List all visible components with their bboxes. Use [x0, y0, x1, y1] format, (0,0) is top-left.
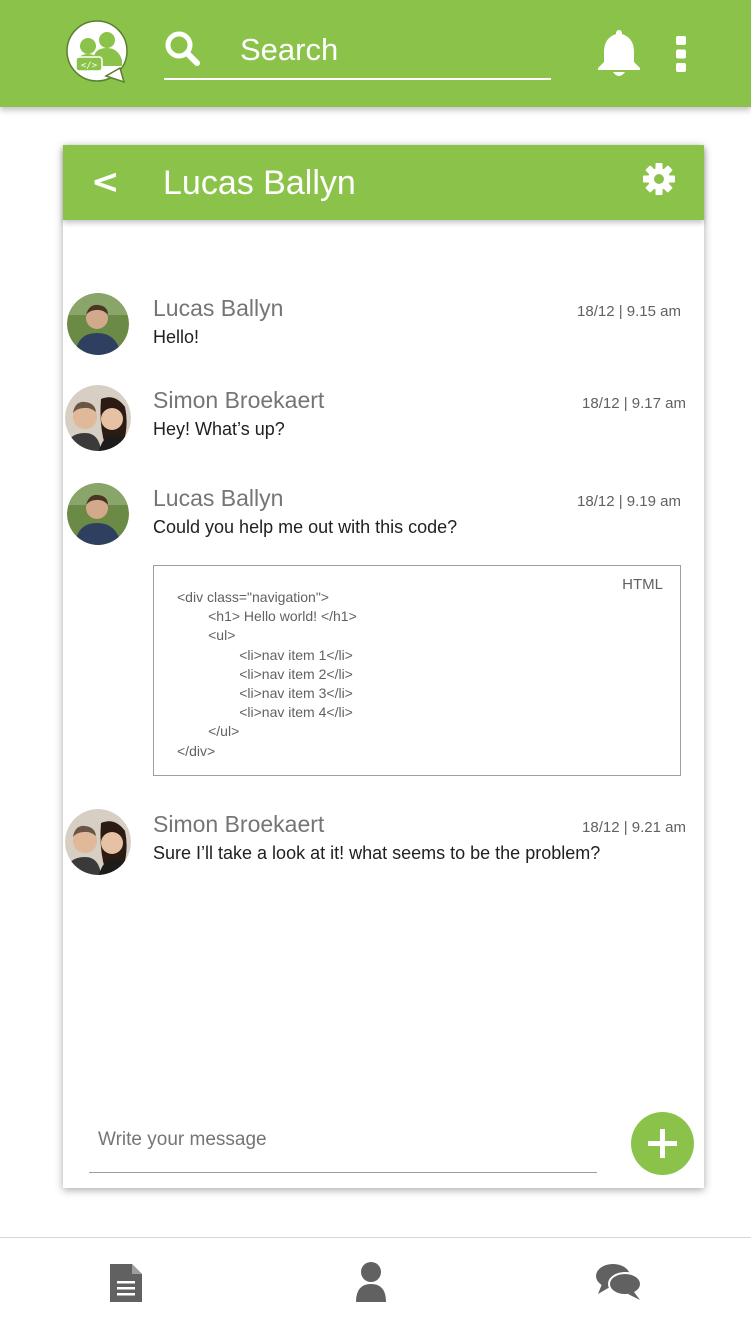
avatar[interactable]	[67, 483, 129, 545]
chat-title: Lucas Ballyn	[163, 164, 356, 202]
app-logo-icon: </>	[66, 20, 128, 84]
search-bar	[164, 24, 551, 80]
message-timestamp: 18/12 | 9.15 am	[577, 303, 681, 320]
code-line: </div>	[177, 742, 216, 759]
chat-bubbles-icon[interactable]	[594, 1260, 644, 1304]
code-line: <ul>	[177, 627, 236, 644]
message-timestamp: 18/12 | 9.19 am	[577, 493, 681, 510]
code-line: <li>nav item 2</li>	[177, 665, 353, 682]
message-composer	[89, 1115, 597, 1173]
code-line: <h1> Hello world! </h1>	[177, 608, 357, 625]
message-sender: Simon Broekaert	[153, 811, 325, 837]
avatar[interactable]	[65, 809, 131, 875]
code-line: <div class="navigation">	[177, 589, 329, 605]
top-app-bar: </>	[0, 0, 751, 107]
add-button[interactable]	[631, 1112, 694, 1175]
avatar[interactable]	[65, 385, 131, 451]
document-icon[interactable]	[108, 1260, 144, 1304]
plus-icon	[648, 1129, 677, 1158]
message-sender: Lucas Ballyn	[153, 485, 284, 511]
message-text: Hello!	[153, 327, 200, 347]
code-line: <li>nav item 1</li>	[177, 646, 353, 663]
search-icon[interactable]	[164, 30, 200, 66]
user-icon[interactable]	[353, 1260, 389, 1304]
message-input[interactable]	[98, 1125, 588, 1155]
bottom-navigation	[0, 1237, 751, 1335]
chat-header: < Lucas Ballyn	[63, 145, 704, 220]
code-snippet[interactable]: HTML <div class="navigation"> <h1> Hello…	[153, 565, 681, 776]
code-lines: <div class="navigation"> <h1> Hello worl…	[177, 588, 357, 761]
message-sender: Simon Broekaert	[153, 387, 325, 413]
message-timestamp: 18/12 | 9.17 am	[582, 395, 686, 412]
code-line: <li>nav item 4</li>	[177, 704, 353, 721]
avatar[interactable]	[67, 293, 129, 355]
message-sender: Lucas Ballyn	[153, 295, 284, 321]
bell-icon[interactable]	[594, 26, 644, 78]
search-input[interactable]	[240, 30, 540, 70]
message-text: Sure I’ll take a look at it! what seems …	[153, 843, 601, 863]
svg-text:</>: </>	[81, 61, 98, 71]
message-text: Could you help me out with this code?	[153, 517, 458, 537]
message-timestamp: 18/12 | 9.21 am	[582, 819, 686, 836]
gear-icon[interactable]	[641, 161, 677, 197]
code-language-label: HTML	[622, 576, 663, 593]
more-vertical-icon[interactable]	[672, 34, 690, 74]
chat-card: < Lucas Ballyn Lucas Ballyn 18/12 | 9.15…	[63, 145, 704, 1188]
message-text: Hey! What’s up?	[153, 419, 285, 439]
code-line: <li>nav item 3</li>	[177, 684, 353, 701]
back-button[interactable]: <	[91, 159, 121, 205]
code-line: </ul>	[177, 723, 240, 740]
